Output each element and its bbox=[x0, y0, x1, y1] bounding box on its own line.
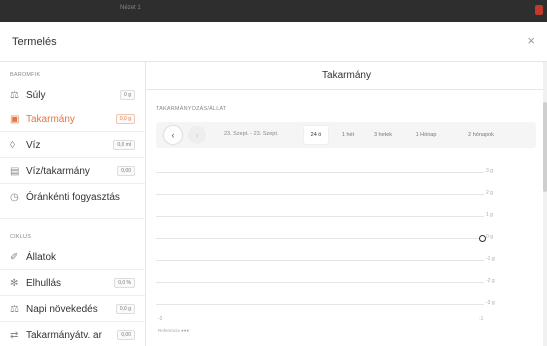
sidebar-item-label: Súly bbox=[26, 89, 46, 101]
chart-footnote: Referencia ●●● bbox=[158, 328, 190, 333]
prev-period-button[interactable]: ‹ bbox=[164, 126, 182, 144]
sidebar-item-badge: 0,00 bbox=[117, 330, 135, 340]
section-label-poultry: BAROMFIK bbox=[10, 72, 41, 78]
feed-icon: ▣ bbox=[10, 113, 20, 125]
sidebar-item-daily-growth[interactable]: ⚖ Napi növekedés 0,0 g bbox=[0, 298, 145, 320]
date-range-toolbar: ‹ › 23. Szept. - 23. Szept. 24 ó 1 hét 3… bbox=[156, 122, 536, 148]
modal-header: Termelés × bbox=[0, 22, 547, 62]
clock-icon: ◷ bbox=[10, 191, 19, 203]
sidebar-item-label: Víz bbox=[26, 139, 41, 151]
y-tick-label: -3 g bbox=[486, 300, 495, 306]
sidebar-item-animals[interactable]: ✐ Állatok bbox=[0, 246, 145, 268]
y-tick-label: 3 g bbox=[486, 168, 493, 174]
sidebar-item-badge: 0,00 bbox=[117, 166, 135, 176]
sidebar-item-water[interactable]: ◊ Víz 0,0 ml bbox=[0, 134, 145, 156]
chart-gridline bbox=[156, 216, 484, 217]
divider bbox=[0, 321, 145, 322]
tab-24h[interactable]: 24 ó bbox=[304, 126, 328, 144]
mortality-icon: ✻ bbox=[10, 277, 19, 289]
scale-icon: ⚖ bbox=[10, 89, 19, 101]
feed-chart: -2 -1 Referencia ●●● 3 g 2 g 1 g 0 g -1 g -2 … bbox=[156, 158, 536, 338]
sidebar-item-feed[interactable]: ▣ Takarmány 0,0 g bbox=[0, 108, 145, 130]
y-tick-label: 2 g bbox=[486, 190, 493, 196]
tab-1-month[interactable]: 1 Hónap bbox=[406, 126, 446, 144]
sidebar-item-badge: 0,0 ml bbox=[113, 140, 135, 150]
sidebar-item-label: Napi növekedés bbox=[26, 303, 98, 315]
divider bbox=[0, 295, 145, 296]
background-close-badge bbox=[535, 5, 543, 15]
sidebar: BAROMFIK ⚖ Súly 0 g ▣ Takarmány 0,0 g ◊ … bbox=[0, 62, 146, 346]
sidebar-item-label: Elhullás bbox=[26, 277, 62, 289]
sidebar-item-badge: 0,0 % bbox=[114, 278, 135, 288]
sidebar-item-mortality[interactable]: ✻ Elhullás 0,0 % bbox=[0, 272, 145, 294]
y-tick-label: -1 g bbox=[486, 256, 495, 262]
divider bbox=[0, 269, 145, 270]
chart-gridline bbox=[156, 260, 484, 261]
ratio-icon: ▤ bbox=[10, 165, 20, 177]
chart-gridline bbox=[156, 282, 484, 283]
divider bbox=[0, 131, 145, 132]
sidebar-item-badge: 0,0 g bbox=[115, 304, 135, 314]
y-tick-label: -2 g bbox=[486, 278, 495, 284]
chart-gridline bbox=[156, 194, 484, 195]
sidebar-item-label: Takarmány bbox=[26, 113, 75, 125]
section-label-cycle: CIKLUS bbox=[10, 234, 32, 240]
panel-label: TAKARMÁNYOZÁS/ÁLLAT bbox=[156, 106, 227, 112]
close-icon[interactable]: × bbox=[527, 33, 535, 48]
conversion-icon: ⇄ bbox=[10, 329, 19, 341]
water-drop-icon: ◊ bbox=[10, 139, 15, 151]
divider bbox=[0, 183, 145, 184]
divider bbox=[0, 218, 145, 219]
data-point[interactable] bbox=[479, 235, 486, 242]
sidebar-item-weight[interactable]: ⚖ Súly 0 g bbox=[0, 84, 145, 106]
sidebar-item-label: Takarmányátv. ar bbox=[26, 329, 102, 341]
scrollbar-thumb[interactable] bbox=[543, 102, 547, 192]
production-modal: Termelés × BAROMFIK ⚖ Súly 0 g ▣ Takarmá… bbox=[0, 22, 547, 346]
sidebar-item-badge: 0,0 g bbox=[115, 114, 135, 124]
sidebar-item-label: Víz/takarmány bbox=[26, 165, 90, 177]
y-tick-label: 0 g bbox=[486, 234, 493, 240]
background-window-bar bbox=[0, 0, 547, 22]
growth-icon: ⚖ bbox=[10, 303, 19, 315]
sidebar-item-label: Óránkénti fogyasztás bbox=[26, 191, 120, 203]
page-title: Takarmány bbox=[322, 70, 371, 81]
tab-1-week[interactable]: 1 hét bbox=[334, 126, 362, 144]
x-tick-label: -1 bbox=[479, 316, 484, 322]
bird-icon: ✐ bbox=[10, 251, 19, 263]
sidebar-item-label: Állatok bbox=[26, 251, 57, 263]
chart-gridline bbox=[156, 304, 484, 305]
tab-2-months[interactable]: 2 hónapok bbox=[456, 126, 506, 144]
y-tick-label: 1 g bbox=[486, 212, 493, 218]
next-period-button[interactable]: › bbox=[188, 126, 206, 144]
main-panel: Takarmány TAKARMÁNYOZÁS/ÁLLAT ‹ › 23. Sz… bbox=[146, 62, 547, 346]
date-range-label: 23. Szept. - 23. Szept. bbox=[224, 131, 279, 137]
sidebar-item-water-feed-ratio[interactable]: ▤ Víz/takarmány 0,00 bbox=[0, 160, 145, 182]
modal-title: Termelés bbox=[12, 36, 57, 48]
tab-3-weeks[interactable]: 3 hetek bbox=[366, 126, 400, 144]
chart-gridline bbox=[156, 238, 484, 239]
divider bbox=[0, 157, 145, 158]
background-window-title: Nézet 1 bbox=[120, 5, 141, 11]
sidebar-item-badge: 0 g bbox=[120, 90, 135, 100]
sidebar-item-hourly-consumption[interactable]: ◷ Óránkénti fogyasztás bbox=[0, 186, 145, 208]
sidebar-item-feed-conversion[interactable]: ⇄ Takarmányátv. ar 0,00 bbox=[0, 324, 145, 346]
x-tick-label: -2 bbox=[158, 316, 163, 322]
main-title-bar: Takarmány bbox=[146, 62, 547, 90]
chart-gridline bbox=[156, 172, 484, 173]
